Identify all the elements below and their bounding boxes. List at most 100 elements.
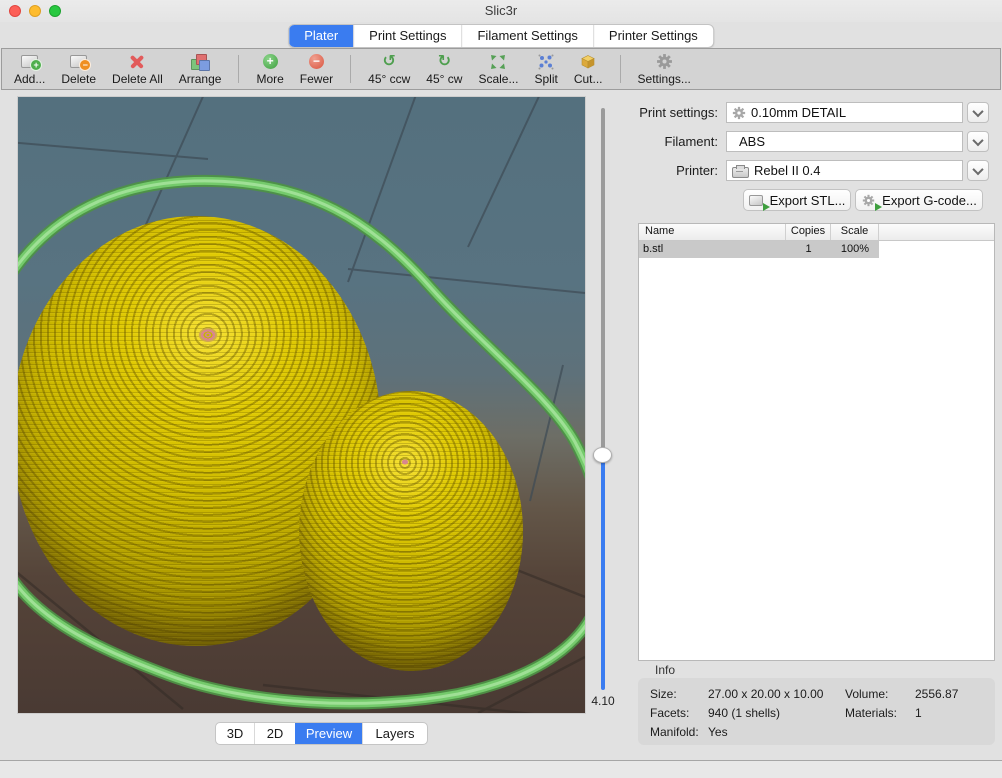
infill-top-marker-small <box>400 458 410 466</box>
fewer-button[interactable]: Fewer <box>292 51 341 86</box>
view-tab-layers[interactable]: Layers <box>362 723 427 744</box>
settings-button[interactable]: Settings... <box>630 51 699 86</box>
split-button[interactable]: Split <box>526 51 565 86</box>
cell-empty <box>879 241 994 258</box>
size-label: Size: <box>650 687 677 701</box>
chevron-down-icon <box>972 134 983 145</box>
layer-slider-thumb[interactable] <box>593 447 612 463</box>
facets-label: Facets: <box>650 706 689 720</box>
print-settings-label: Print settings: <box>598 102 718 123</box>
printer-select[interactable]: Rebel II 0.4 <box>726 160 963 181</box>
chevron-down-icon <box>972 105 983 116</box>
rotate-cw-button-label: 45° cw <box>426 72 462 86</box>
printer-label: Printer: <box>598 160 718 181</box>
slic3r-window: Slic3r Plater Print Settings Filament Se… <box>0 0 1002 778</box>
toolbar-separator <box>350 55 351 83</box>
print-settings-dropdown-button[interactable] <box>967 102 989 123</box>
3d-preview-canvas[interactable] <box>17 96 586 714</box>
view-tab-2d[interactable]: 2D <box>254 723 295 744</box>
export-gcode-button[interactable]: Export G-code... <box>855 189 983 211</box>
export-gcode-icon <box>861 192 876 209</box>
fewer-button-label: Fewer <box>300 72 333 86</box>
scale-arrows-icon <box>489 53 507 70</box>
filament-dropdown-button[interactable] <box>967 131 989 152</box>
export-stl-button[interactable]: Export STL... <box>743 189 851 211</box>
arrange-cubes-icon <box>191 53 209 70</box>
info-section-title: Info <box>655 663 675 677</box>
filament-label: Filament: <box>598 131 718 152</box>
export-stl-label: Export STL... <box>770 193 846 208</box>
view-tab-preview[interactable]: Preview <box>295 723 362 744</box>
manifold-label: Manifold: <box>650 725 699 739</box>
column-header-copies[interactable]: Copies <box>786 224 831 240</box>
cut-button[interactable]: Cut... <box>566 51 611 86</box>
table-row[interactable]: b.stl 1 100% <box>639 241 994 258</box>
infill-top-marker-large <box>191 322 225 348</box>
info-panel: Size: 27.00 x 20.00 x 10.00 Volume: 2556… <box>638 678 995 745</box>
cell-name: b.stl <box>639 241 786 258</box>
scale-button[interactable]: Scale... <box>470 51 526 86</box>
print-settings-select[interactable]: 0.10mm DETAIL <box>726 102 963 123</box>
print-settings-value: 0.10mm DETAIL <box>751 105 846 120</box>
materials-label: Materials: <box>845 706 897 720</box>
column-header-scale[interactable]: Scale <box>831 224 879 240</box>
cell-copies: 1 <box>786 241 831 258</box>
filament-select[interactable]: ABS <box>726 131 963 152</box>
object-table-header: Name Copies Scale <box>639 224 994 241</box>
layer-slider-track[interactable] <box>601 108 605 690</box>
cell-scale: 100% <box>831 241 879 258</box>
settings-button-label: Settings... <box>638 72 691 86</box>
export-gcode-label: Export G-code... <box>882 193 977 208</box>
window-title: Slic3r <box>0 0 1002 22</box>
toolbar-separator <box>620 55 621 83</box>
sliced-model-small-dome <box>299 391 523 671</box>
rotate-ccw-button[interactable]: 45° ccw <box>360 51 418 86</box>
volume-value: 2556.87 <box>915 687 958 701</box>
gear-icon <box>732 106 746 120</box>
delete-button[interactable]: Delete <box>53 51 104 86</box>
filament-value: ABS <box>739 134 765 149</box>
title-bar: Slic3r <box>0 0 1002 22</box>
tab-print-settings[interactable]: Print Settings <box>353 25 461 47</box>
toolbar: Add... Delete Delete All Arrange More Fe… <box>1 48 1001 90</box>
cut-button-label: Cut... <box>574 72 603 86</box>
red-minus-circle-icon <box>307 53 325 70</box>
materials-value: 1 <box>915 706 922 720</box>
rotate-ccw-button-label: 45° ccw <box>368 72 410 86</box>
facets-value: 940 (1 shells) <box>708 706 780 720</box>
rotate-cw-icon <box>435 53 453 70</box>
object-list-table: Name Copies Scale b.stl 1 100% <box>638 223 995 661</box>
layer-slider-value: 4.10 <box>584 694 622 708</box>
column-header-empty <box>879 224 994 240</box>
size-value: 27.00 x 20.00 x 10.00 <box>708 687 823 701</box>
tab-plater[interactable]: Plater <box>289 25 353 47</box>
delete-all-button[interactable]: Delete All <box>104 51 171 86</box>
printer-value: Rebel II 0.4 <box>754 163 821 178</box>
arrange-button[interactable]: Arrange <box>171 51 230 86</box>
view-mode-tab-bar: 3D 2D Preview Layers <box>215 722 428 745</box>
gear-icon <box>655 53 673 70</box>
delete-all-button-label: Delete All <box>112 72 163 86</box>
split-button-label: Split <box>534 72 557 86</box>
column-header-name[interactable]: Name <box>639 224 786 240</box>
printer-dropdown-button[interactable] <box>967 160 989 181</box>
manifold-value: Yes <box>708 725 728 739</box>
export-stl-icon <box>749 192 764 209</box>
rotate-ccw-icon <box>380 53 398 70</box>
status-bar <box>0 761 1002 778</box>
more-button[interactable]: More <box>248 51 291 86</box>
chevron-down-icon <box>972 163 983 174</box>
green-plus-circle-icon <box>261 53 279 70</box>
more-button-label: More <box>256 72 283 86</box>
rotate-cw-button[interactable]: 45° cw <box>418 51 470 86</box>
view-tab-3d[interactable]: 3D <box>216 723 254 744</box>
arrange-button-label: Arrange <box>179 72 222 86</box>
toolbar-separator <box>238 55 239 83</box>
add-button-label: Add... <box>14 72 45 86</box>
tab-filament-settings[interactable]: Filament Settings <box>461 25 592 47</box>
main-tab-bar: Plater Print Settings Filament Settings … <box>288 24 714 48</box>
add-button[interactable]: Add... <box>6 51 53 86</box>
add-box-plus-icon <box>21 53 39 70</box>
delete-button-label: Delete <box>61 72 96 86</box>
tab-printer-settings[interactable]: Printer Settings <box>593 25 713 47</box>
